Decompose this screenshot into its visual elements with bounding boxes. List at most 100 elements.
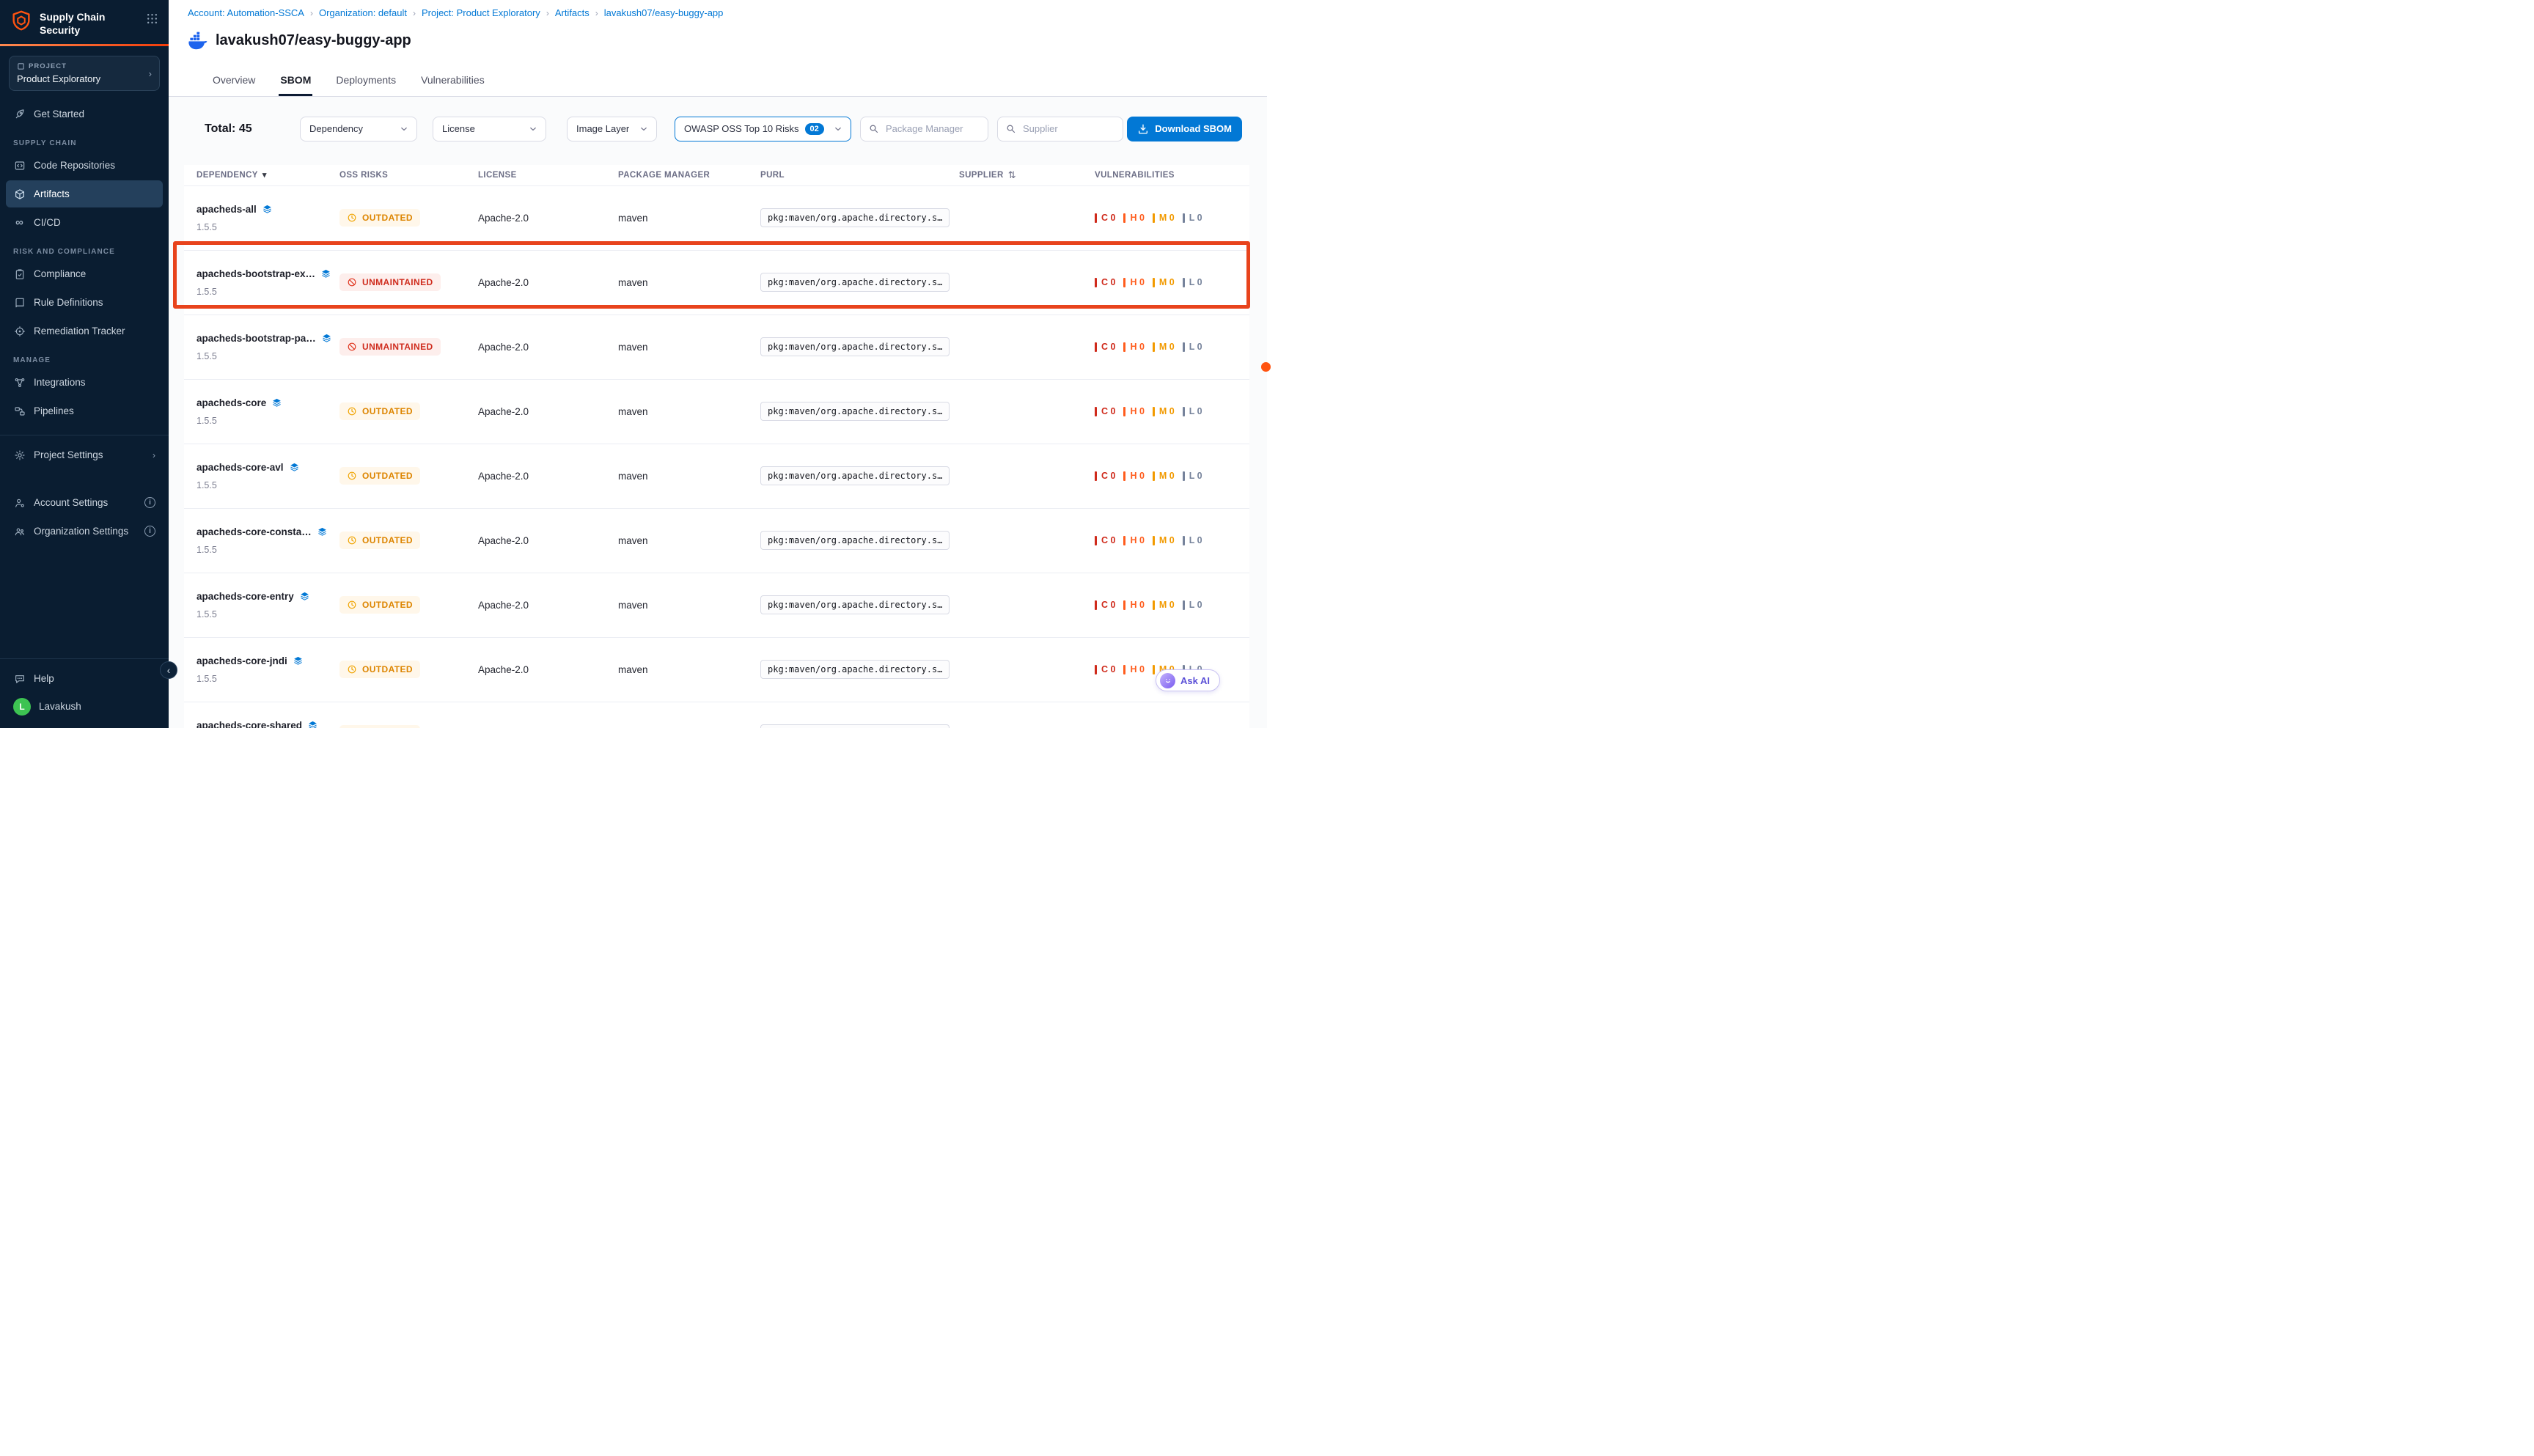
medium-count: M 0 — [1153, 535, 1175, 545]
sidebar-item-cicd[interactable]: ∞ CI/CD — [6, 209, 163, 236]
oss-risk-badge: OUTDATED — [339, 596, 420, 614]
purl-value[interactable]: pkg:maven/org.apache.directory.s… — [760, 724, 950, 728]
module-grid-icon[interactable] — [146, 12, 158, 29]
dependency-cell: apacheds-core 1.5.5 — [197, 397, 339, 426]
breadcrumb-link-project[interactable]: Project: Product Exploratory — [422, 7, 540, 18]
purl-value[interactable]: pkg:maven/org.apache.directory.s… — [760, 531, 950, 550]
table-row[interactable]: apacheds-all 1.5.5 OUTDATED Apache-2.0 m… — [184, 185, 1249, 250]
table-row[interactable]: apacheds-core-consta… 1.5.5 OUTDATED Apa… — [184, 508, 1249, 573]
slash-circle-icon — [347, 277, 357, 287]
column-header-supplier[interactable]: SUPPLIER⇅ — [959, 169, 1095, 181]
vulnerabilities-cell: C 0 H 0 M 0 L 0 — [1095, 600, 1249, 610]
user-menu[interactable]: L Lavakush — [6, 693, 163, 720]
breadcrumb-link-artifacts[interactable]: Artifacts — [555, 7, 590, 18]
column-header-vulnerabilities: VULNERABILITIES — [1095, 171, 1249, 180]
sidebar-item-compliance[interactable]: Compliance — [6, 260, 163, 287]
info-icon[interactable]: i — [144, 497, 155, 508]
sidebar-item-account-settings[interactable]: Account Settings i — [6, 489, 163, 516]
table-row[interactable]: apacheds-bootstrap-ex… 1.5.5 UNMAINTAINE… — [184, 250, 1249, 315]
medium-count: M 0 — [1153, 600, 1175, 610]
critical-count: C 0 — [1095, 600, 1115, 610]
sidebar-item-artifacts[interactable]: Artifacts — [6, 180, 163, 207]
medium-count: M 0 — [1153, 471, 1175, 481]
ai-bot-icon — [1160, 673, 1175, 688]
sidebar-item-rule-definitions[interactable]: Rule Definitions — [6, 289, 163, 316]
download-sbom-button[interactable]: Download SBOM — [1127, 117, 1242, 141]
chevron-down-icon — [399, 124, 409, 134]
layers-icon — [321, 333, 332, 344]
purl-value[interactable]: pkg:maven/org.apache.directory.s… — [760, 402, 950, 421]
high-count: H 0 — [1123, 277, 1144, 287]
breadcrumb-link-account[interactable]: Account: Automation-SSCA — [188, 7, 304, 18]
oss-risk-badge: OUTDATED — [339, 209, 420, 227]
critical-count: C 0 — [1095, 535, 1115, 545]
layers-icon — [271, 397, 282, 408]
sidebar-collapse-button[interactable]: ‹ — [160, 661, 177, 679]
docker-whale-icon — [188, 31, 208, 51]
sidebar-item-organization-settings[interactable]: Organization Settings i — [6, 518, 163, 545]
column-header-dependency[interactable]: DEPENDENCY▾ — [197, 170, 339, 180]
owasp-risks-filter-select[interactable]: OWASP OSS Top 10 Risks 02 — [675, 117, 851, 141]
supplier-search — [997, 117, 1123, 141]
table-row[interactable]: apacheds-bootstrap-pa… 1.5.5 UNMAINTAINE… — [184, 315, 1249, 379]
breadcrumb-separator: › — [310, 8, 313, 18]
tab-deployments[interactable]: Deployments — [334, 70, 397, 96]
info-icon[interactable]: i — [144, 526, 155, 537]
code-repositories-icon — [13, 159, 26, 172]
sidebar-item-pipelines[interactable]: Pipelines — [6, 397, 163, 424]
project-selector[interactable]: PROJECT Product Exploratory › — [9, 56, 160, 91]
table-row[interactable]: apacheds-core-entry 1.5.5 OUTDATED Apach… — [184, 573, 1249, 637]
dependency-filter-select[interactable]: Dependency — [300, 117, 417, 141]
critical-count: C 0 — [1095, 277, 1115, 287]
package-manager-search-input[interactable] — [884, 122, 982, 135]
sidebar-item-integrations[interactable]: Integrations — [6, 369, 163, 396]
table-row[interactable]: apacheds-core-jndi 1.5.5 OUTDATED Apache… — [184, 637, 1249, 702]
purl-value[interactable]: pkg:maven/org.apache.directory.s… — [760, 273, 950, 292]
section-label-manage: MANAGE — [0, 345, 169, 368]
breadcrumb-link-artifact-name[interactable]: lavakush07/easy-buggy-app — [604, 7, 724, 18]
low-count: L 0 — [1183, 342, 1202, 352]
sbom-table: DEPENDENCY▾ OSS RISKS LICENSE PACKAGE MA… — [184, 165, 1249, 728]
sidebar-item-code-repositories[interactable]: Code Repositories — [6, 152, 163, 179]
ask-ai-label: Ask AI — [1180, 675, 1210, 686]
purl-value[interactable]: pkg:maven/org.apache.directory.s… — [760, 595, 950, 614]
oss-risk-badge: UNMAINTAINED — [339, 273, 441, 291]
tab-overview[interactable]: Overview — [211, 70, 257, 96]
breadcrumb-separator: › — [546, 8, 549, 18]
column-header-package-manager: PACKAGE MANAGER — [618, 171, 760, 180]
vulnerabilities-cell: C 0 H 0 M 0 L 0 — [1095, 406, 1249, 416]
chevron-left-icon: ‹ — [167, 664, 171, 676]
purl-value[interactable]: pkg:maven/org.apache.directory.s… — [760, 466, 950, 485]
table-row[interactable]: apacheds-core 1.5.5 OUTDATED Apache-2.0 … — [184, 379, 1249, 444]
purl-value[interactable]: pkg:maven/org.apache.directory.s… — [760, 208, 950, 227]
sidebar-item-project-settings[interactable]: Project Settings › — [6, 441, 163, 468]
breadcrumb-link-organization[interactable]: Organization: default — [319, 7, 407, 18]
tab-vulnerabilities[interactable]: Vulnerabilities — [419, 70, 486, 96]
layers-icon — [320, 268, 331, 279]
package-manager-cell: maven — [618, 600, 760, 611]
medium-count: M 0 — [1153, 406, 1175, 416]
purl-value[interactable]: pkg:maven/org.apache.directory.s… — [760, 660, 950, 679]
dependency-version: 1.5.5 — [197, 609, 339, 619]
tab-sbom[interactable]: SBOM — [279, 70, 312, 96]
ask-ai-button[interactable]: Ask AI — [1156, 669, 1220, 691]
download-icon — [1137, 123, 1149, 135]
purl-value[interactable]: pkg:maven/org.apache.directory.s… — [760, 337, 950, 356]
critical-count: C 0 — [1095, 342, 1115, 352]
low-count: L 0 — [1183, 277, 1202, 287]
sidebar-item-help[interactable]: Help — [6, 665, 163, 692]
sidebar-item-get-started[interactable]: Get Started — [6, 100, 163, 128]
license-cell: Apache-2.0 — [478, 406, 618, 417]
project-name: Product Exploratory — [17, 73, 144, 84]
supplier-search-input[interactable] — [1021, 122, 1117, 135]
image-layer-filter-select[interactable]: Image Layer — [567, 117, 657, 141]
table-row[interactable]: apacheds-core-shared 1.5.5 OUTDATED Apac… — [184, 702, 1249, 728]
dependency-cell: apacheds-all 1.5.5 — [197, 204, 339, 232]
project-label: PROJECT — [29, 62, 67, 70]
license-filter-select[interactable]: License — [433, 117, 546, 141]
sidebar-item-remediation-tracker[interactable]: Remediation Tracker — [6, 317, 163, 345]
chevron-right-icon: › — [153, 450, 155, 460]
table-row[interactable]: apacheds-core-avl 1.5.5 OUTDATED Apache-… — [184, 444, 1249, 508]
high-count: H 0 — [1123, 600, 1144, 610]
section-label-supply-chain: SUPPLY CHAIN — [0, 128, 169, 151]
